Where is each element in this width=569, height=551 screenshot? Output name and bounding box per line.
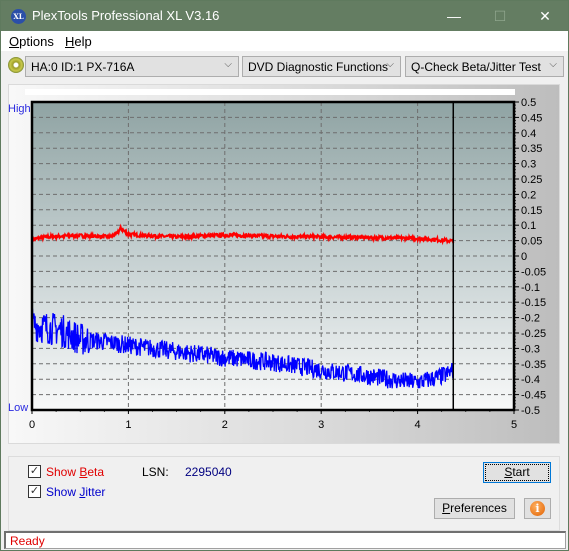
lsn-value: 2295040 xyxy=(185,465,232,479)
y-tick-label: -0.5 xyxy=(521,405,540,417)
y-tick-label: 0.1 xyxy=(521,220,536,232)
info-icon: i xyxy=(530,501,545,516)
y-tick-label: 0.4 xyxy=(521,128,536,140)
show-beta-text-rest: eta xyxy=(87,465,105,479)
preferences-rest: references xyxy=(450,501,507,515)
y-tick-label: 0.2 xyxy=(521,189,536,201)
x-tick-label: 0 xyxy=(29,419,35,431)
y-tick-label: 0.3 xyxy=(521,159,536,171)
plot-top-band xyxy=(25,89,515,95)
control-panel: ✓ Show Beta ✓ Show Jitter LSN: 2295040 S… xyxy=(8,456,560,531)
show-jitter-checkbox[interactable]: ✓ xyxy=(28,485,41,498)
preferences-mnemonic: P xyxy=(442,501,451,515)
y-tick-label: -0.15 xyxy=(521,297,546,309)
y-tick-label: 0.45 xyxy=(521,112,542,124)
show-jitter-label[interactable]: Show Jitter xyxy=(46,485,105,499)
show-beta-checkbox[interactable]: ✓ xyxy=(28,465,41,478)
y-tick-label: -0.45 xyxy=(521,390,546,402)
preferences-button[interactable]: Preferences xyxy=(434,498,515,519)
y-tick-label: -0.2 xyxy=(521,313,540,325)
lsn-label: LSN: xyxy=(142,465,169,479)
status-text: Ready xyxy=(10,534,45,548)
y-tick-label: -0.3 xyxy=(521,343,540,355)
x-tick-label: 1 xyxy=(125,419,131,431)
app-window: XL PlexTools Professional XL V3.16 — ☐ ✕… xyxy=(0,0,569,551)
checkmark-icon: ✓ xyxy=(29,465,40,477)
y-tick-label: -0.1 xyxy=(521,282,540,294)
x-tick-label: 5 xyxy=(511,419,517,431)
x-tick-label: 4 xyxy=(415,419,421,431)
status-bar: Ready xyxy=(4,531,566,549)
y-tick-label: -0.4 xyxy=(521,374,540,386)
y-tick-label: 0.35 xyxy=(521,143,542,155)
y-tick-label: 0.25 xyxy=(521,174,542,186)
y-tick-label: 0.05 xyxy=(521,236,542,248)
show-beta-text: Show xyxy=(46,465,80,479)
info-button[interactable]: i xyxy=(524,498,551,519)
y-tick-label: -0.05 xyxy=(521,266,546,278)
show-beta-label[interactable]: Show Beta xyxy=(46,465,104,479)
y-label-high: High xyxy=(8,103,31,115)
x-tick-label: 3 xyxy=(318,419,324,431)
y-tick-label: -0.35 xyxy=(521,359,546,371)
show-jitter-text: Show xyxy=(46,485,80,499)
checkmark-icon: ✓ xyxy=(29,485,40,497)
y-tick-label: 0.5 xyxy=(521,97,536,109)
start-button[interactable]: Start xyxy=(483,462,551,483)
show-jitter-text-rest: itter xyxy=(85,485,106,499)
start-rest: tart xyxy=(512,465,530,479)
y-tick-label: 0.15 xyxy=(521,205,542,217)
x-tick-label: 2 xyxy=(222,419,228,431)
beta-jitter-chart: 0.5 0.45 0.4 0.35 0.3 0.25 0.2 0.15 0.1 0.05 0 -0.0… xyxy=(8,89,546,431)
y-tick-label: 0 xyxy=(521,251,527,263)
y-tick-label: -0.25 xyxy=(521,328,546,340)
y-label-low: Low xyxy=(8,402,28,414)
